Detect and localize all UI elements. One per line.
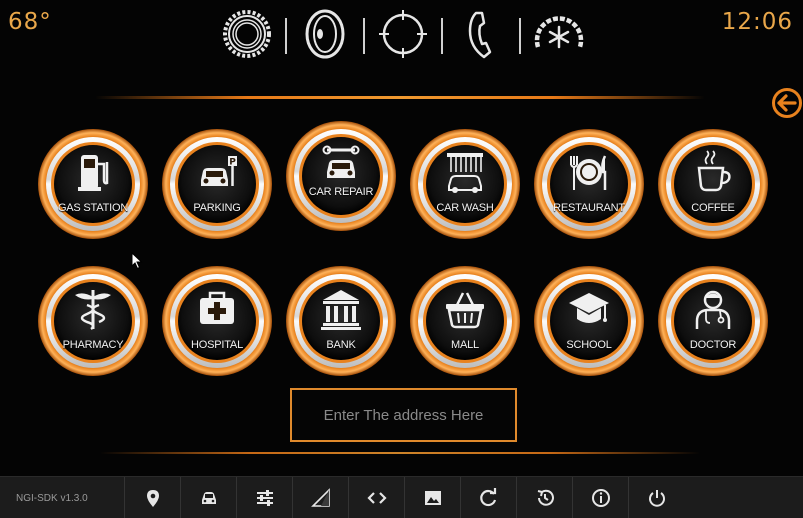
- coffee-icon: [697, 150, 731, 192]
- divider-glow-top: [95, 96, 705, 99]
- sliders-icon: [256, 490, 273, 506]
- poi-label: SCHOOL: [566, 339, 612, 351]
- info-icon: [591, 489, 610, 507]
- code-icon: [366, 492, 387, 504]
- poi-label: BANK: [326, 339, 356, 351]
- power-button[interactable]: [628, 477, 684, 518]
- settings-gear-icon[interactable]: [216, 4, 278, 64]
- temperature-readout: 68°: [8, 9, 52, 35]
- navigation-screen: 68° 12:06 GAS STATION P PARKING CAR REPA…: [0, 0, 803, 518]
- signal-icon: [310, 488, 330, 507]
- poi-label: CAR WASH: [436, 202, 494, 214]
- top-separator: [363, 18, 365, 54]
- poi-button-doctor[interactable]: DOCTOR: [657, 265, 769, 377]
- sdk-version: NGI-SDK v1.3.0: [16, 493, 88, 504]
- divider-glow-bottom: [100, 452, 700, 454]
- poi-label: CAR REPAIR: [308, 186, 374, 198]
- school-icon: [569, 293, 609, 323]
- phone-icon[interactable]: [450, 4, 512, 64]
- image-icon: [424, 491, 441, 505]
- refresh-icon: [479, 488, 496, 507]
- poi-label: COFFEE: [691, 202, 735, 214]
- info-button[interactable]: [572, 477, 628, 518]
- car-repair-icon: [322, 145, 360, 178]
- address-input-box[interactable]: [290, 388, 517, 442]
- media-disc-icon[interactable]: [294, 4, 356, 64]
- poi-button-restaurant[interactable]: RESTAURANT: [533, 128, 645, 240]
- doctor-icon: [695, 290, 731, 329]
- signal-button[interactable]: [292, 477, 348, 518]
- poi-label: RESTAURANT: [553, 202, 625, 214]
- refresh-button[interactable]: [460, 477, 516, 518]
- poi-button-coffee[interactable]: COFFEE: [657, 128, 769, 240]
- bank-icon: [321, 290, 361, 330]
- code-button[interactable]: [348, 477, 404, 518]
- back-arrow-icon[interactable]: [771, 87, 803, 119]
- poi-label: PHARMACY: [62, 339, 124, 351]
- poi-button-hospital[interactable]: HOSPITAL: [161, 265, 273, 377]
- poi-button-mall[interactable]: MALL: [409, 265, 521, 377]
- sliders-button[interactable]: [236, 477, 292, 518]
- car-icon: [201, 492, 216, 504]
- bottom-toolbar: NGI-SDK v1.3.0: [0, 476, 803, 518]
- mouse-cursor-icon: [131, 252, 143, 270]
- top-separator: [441, 18, 443, 54]
- map-pin-icon: [146, 490, 159, 507]
- poi-button-bank[interactable]: BANK: [285, 265, 397, 377]
- power-icon: [648, 490, 665, 507]
- poi-button-pharmacy[interactable]: PHARMACY: [37, 265, 149, 377]
- car-button[interactable]: [180, 477, 236, 518]
- climate-fan-icon[interactable]: [528, 4, 590, 64]
- top-separator: [519, 18, 521, 54]
- poi-label: HOSPITAL: [191, 339, 243, 351]
- restaurant-icon: [570, 155, 607, 190]
- poi-label: GAS STATION: [57, 202, 129, 214]
- address-input[interactable]: [292, 390, 515, 440]
- history-button[interactable]: [516, 477, 572, 518]
- car-wash-icon: [447, 153, 483, 193]
- mall-basket-icon: [446, 292, 484, 329]
- gas-station-icon: [78, 155, 109, 191]
- poi-button-parking[interactable]: P PARKING: [161, 128, 273, 240]
- poi-button-car-wash[interactable]: CAR WASH: [409, 128, 521, 240]
- poi-button-gas-station[interactable]: GAS STATION: [37, 128, 149, 240]
- image-button[interactable]: [404, 477, 460, 518]
- parking-icon: P: [201, 156, 237, 186]
- poi-label: MALL: [451, 339, 479, 351]
- hospital-icon: [200, 291, 234, 324]
- poi-label: PARKING: [193, 202, 241, 214]
- poi-button-school[interactable]: SCHOOL: [533, 265, 645, 377]
- poi-button-car-repair[interactable]: CAR REPAIR: [285, 120, 397, 232]
- clock: 12:06: [721, 9, 793, 35]
- map-pin-button[interactable]: [124, 477, 180, 518]
- navigation-crosshair-icon[interactable]: [372, 4, 434, 64]
- pharmacy-icon: [75, 290, 111, 331]
- poi-label: DOCTOR: [689, 339, 737, 351]
- top-separator: [285, 18, 287, 54]
- history-icon: [537, 489, 554, 506]
